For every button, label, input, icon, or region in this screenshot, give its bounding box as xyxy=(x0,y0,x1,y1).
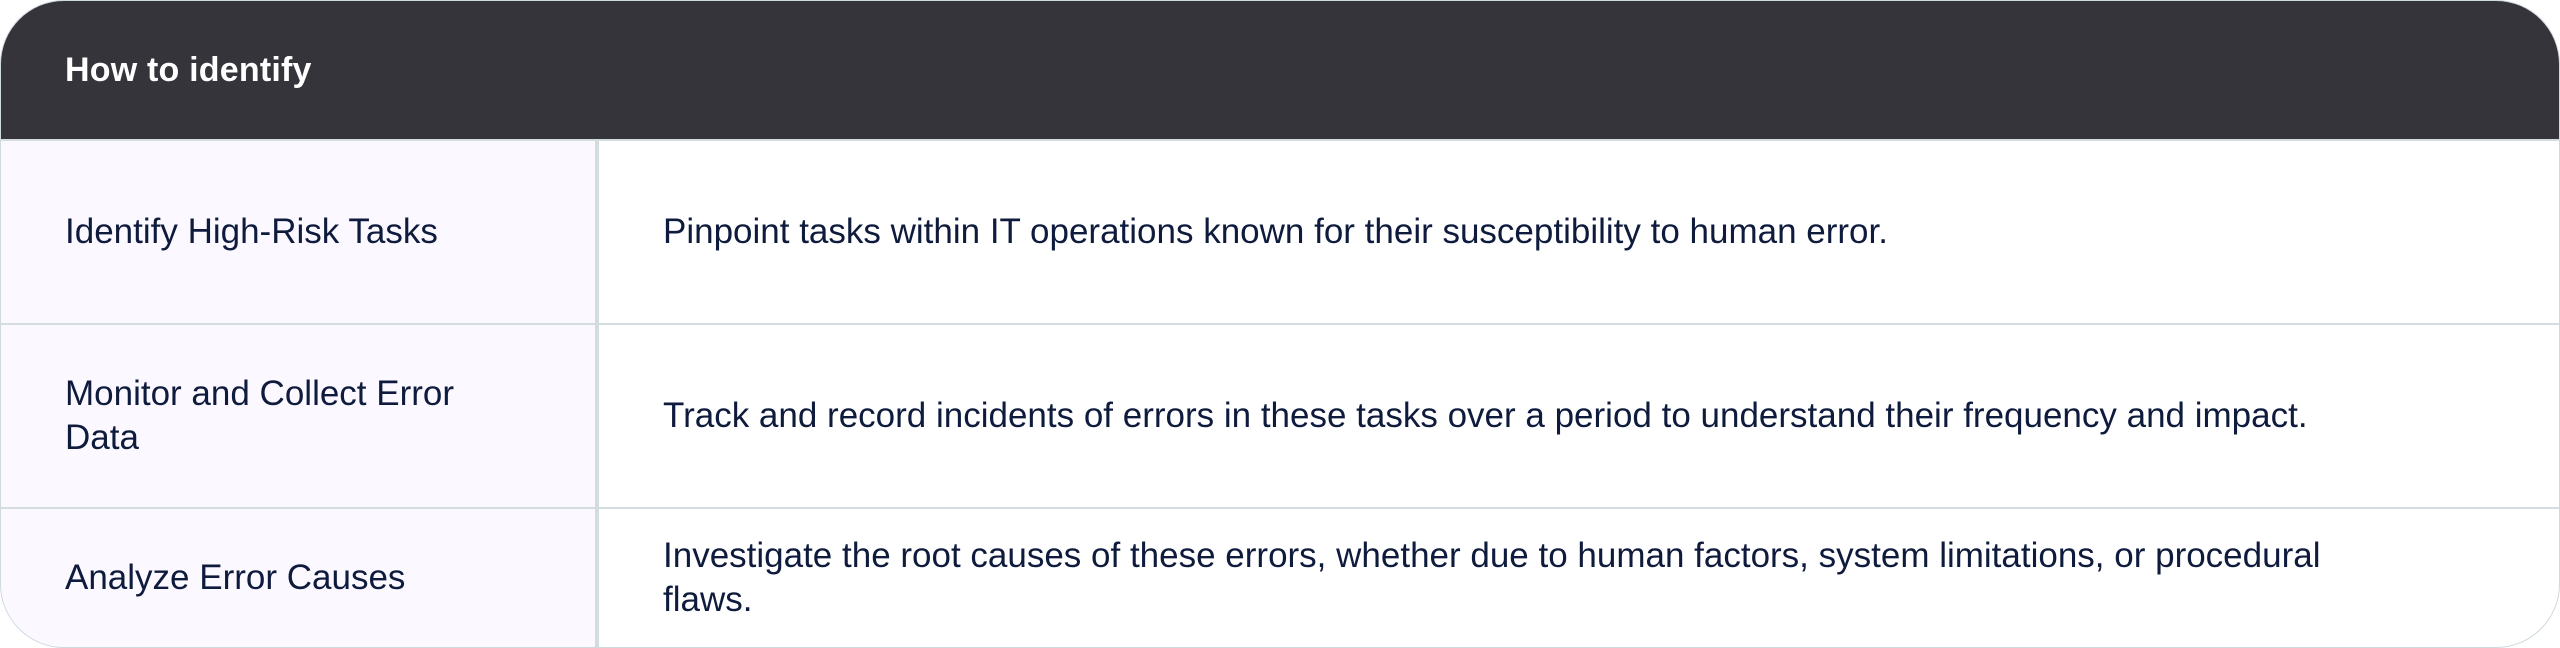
row-label-cell: Identify High-Risk Tasks xyxy=(1,141,599,323)
identify-table: How to identify Identify High-Risk Tasks… xyxy=(0,0,2560,648)
table-title: How to identify xyxy=(65,50,312,89)
row-label-cell: Analyze Error Causes xyxy=(1,509,599,647)
row-description-cell: Pinpoint tasks within IT operations know… xyxy=(599,141,2559,323)
row-label-cell: Monitor and Collect Error Data xyxy=(1,325,599,507)
row-description: Investigate the root causes of these err… xyxy=(663,536,2321,619)
row-description-cell: Track and record incidents of errors in … xyxy=(599,325,2559,507)
row-description-cell: Investigate the root causes of these err… xyxy=(599,509,2559,647)
row-description: Track and record incidents of errors in … xyxy=(663,396,2308,435)
table-row: Analyze Error Causes Investigate the roo… xyxy=(1,507,2559,647)
table-row: Identify High-Risk Tasks Pinpoint tasks … xyxy=(1,139,2559,323)
row-description: Pinpoint tasks within IT operations know… xyxy=(663,212,1888,251)
row-label: Monitor and Collect Error Data xyxy=(65,374,455,457)
row-label: Identify High-Risk Tasks xyxy=(65,212,438,251)
row-label: Analyze Error Causes xyxy=(65,558,406,597)
table-header: How to identify xyxy=(1,1,2559,139)
table-row: Monitor and Collect Error Data Track and… xyxy=(1,323,2559,507)
